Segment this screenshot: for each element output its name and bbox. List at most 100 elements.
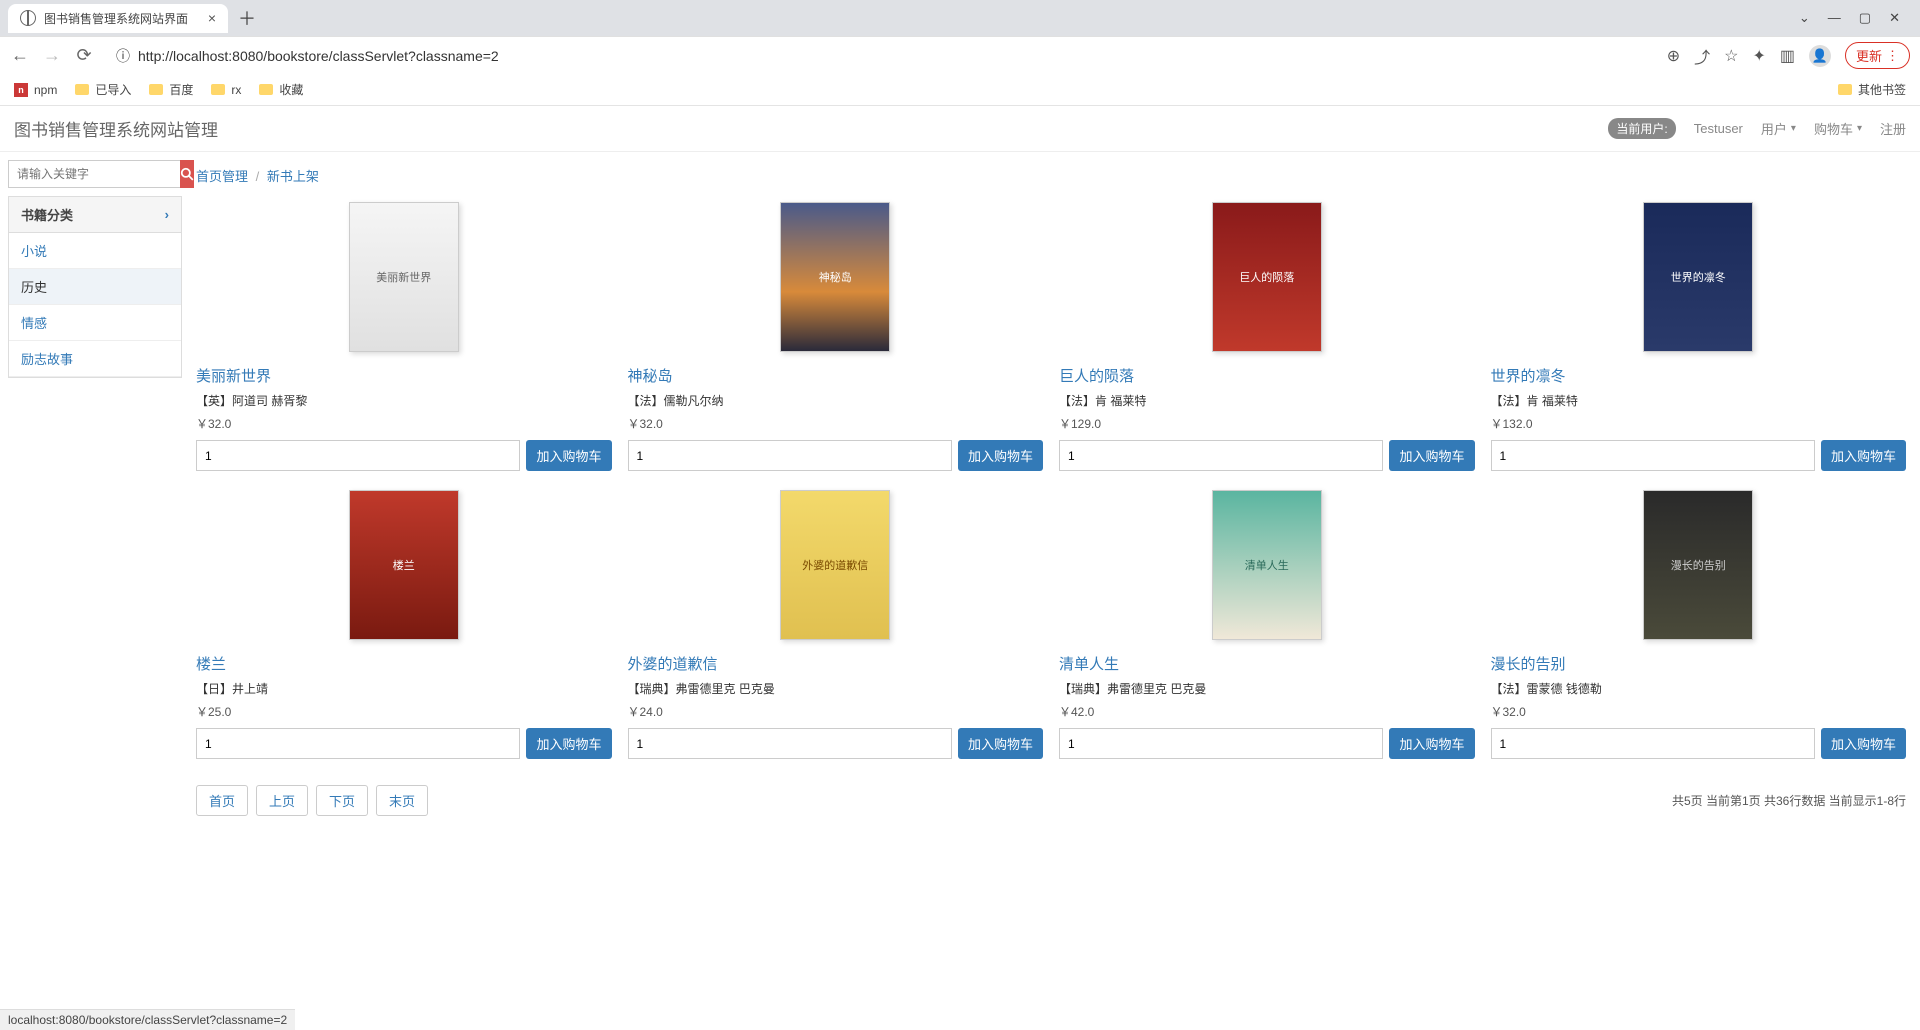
sidepanel-icon[interactable]: ▥: [1780, 46, 1795, 66]
chevron-right-icon: ›: [165, 207, 169, 222]
breadcrumb-home[interactable]: 首页管理: [196, 169, 248, 184]
nav-register[interactable]: 注册: [1880, 119, 1906, 138]
back-button[interactable]: ←: [10, 45, 30, 66]
book-author: 【法】雷蒙德 钱德勒: [1491, 680, 1907, 697]
pager-first[interactable]: 首页: [196, 785, 248, 816]
quantity-input[interactable]: [1491, 728, 1815, 759]
add-to-cart-button[interactable]: 加入购物车: [1389, 440, 1474, 471]
url-input[interactable]: ⓘ http://localhost:8080/bookstore/classS…: [106, 42, 1655, 70]
book-cover[interactable]: 外婆的道歉信: [780, 490, 890, 640]
npm-icon: n: [14, 83, 28, 97]
product-card: 清单人生清单人生【瑞典】弗雷德里克 巴克曼￥42.0加入购物车: [1051, 485, 1483, 773]
share-icon[interactable]: ⤴: [1694, 44, 1710, 68]
tab-close-icon[interactable]: ×: [208, 10, 216, 26]
book-cover[interactable]: 楼兰: [349, 490, 459, 640]
folder-icon: [149, 84, 163, 95]
add-to-cart-button[interactable]: 加入购物车: [1389, 728, 1474, 759]
bookmark-imported[interactable]: 已导入: [75, 81, 131, 98]
quantity-input[interactable]: [628, 440, 952, 471]
search-input[interactable]: [8, 160, 180, 188]
pager-next[interactable]: 下页: [316, 785, 368, 816]
update-button[interactable]: 更新⋮: [1845, 42, 1910, 69]
bookmark-npm[interactable]: nnpm: [14, 83, 57, 97]
book-cover[interactable]: 神秘岛: [780, 202, 890, 352]
pager-last[interactable]: 末页: [376, 785, 428, 816]
book-price: ￥132.0: [1491, 415, 1907, 432]
book-title[interactable]: 巨人的陨落: [1059, 365, 1475, 386]
bookmark-rx[interactable]: rx: [211, 83, 241, 97]
quantity-input[interactable]: [196, 728, 520, 759]
category-item[interactable]: 历史: [9, 269, 181, 305]
book-cover-wrap: 外婆的道歉信: [628, 485, 1044, 645]
quantity-input[interactable]: [1059, 728, 1383, 759]
breadcrumb: 首页管理 / 新书上架: [182, 162, 1920, 197]
book-title[interactable]: 外婆的道歉信: [628, 653, 1044, 674]
add-to-cart-button[interactable]: 加入购物车: [958, 440, 1043, 471]
book-cover-wrap: 巨人的陨落: [1059, 197, 1475, 357]
category-item[interactable]: 小说: [9, 233, 181, 269]
category-item[interactable]: 励志故事: [9, 341, 181, 377]
product-grid: 美丽新世界美丽新世界【英】阿道司 赫胥黎￥32.0加入购物车神秘岛神秘岛【法】儒…: [182, 197, 1920, 773]
browser-tab[interactable]: 图书销售管理系统网站界面 ×: [8, 4, 228, 33]
book-title[interactable]: 漫长的告别: [1491, 653, 1907, 674]
maximize-icon[interactable]: ▢: [1859, 10, 1871, 26]
category-item[interactable]: 情感: [9, 305, 181, 341]
folder-icon: [259, 84, 273, 95]
book-price: ￥32.0: [1491, 703, 1907, 720]
pager-prev[interactable]: 上页: [256, 785, 308, 816]
nav-cart[interactable]: 购物车▾: [1814, 119, 1862, 138]
book-title[interactable]: 世界的凛冬: [1491, 365, 1907, 386]
book-price: ￥42.0: [1059, 703, 1475, 720]
extension-icon[interactable]: ✦: [1752, 46, 1765, 66]
breadcrumb-current[interactable]: 新书上架: [267, 169, 319, 184]
book-author: 【法】儒勒凡尔纳: [628, 392, 1044, 409]
bookmarks-bar: nnpm 已导入 百度 rx 收藏 其他书签: [0, 74, 1920, 106]
add-to-cart-button[interactable]: 加入购物车: [958, 728, 1043, 759]
quantity-input[interactable]: [196, 440, 520, 471]
quantity-input[interactable]: [1059, 440, 1383, 471]
book-cover[interactable]: 巨人的陨落: [1212, 202, 1322, 352]
pagination-row: 首页 上页 下页 末页 共5页 当前第1页 共36行数据 当前显示1-8行: [182, 773, 1920, 820]
profile-avatar[interactable]: 👤: [1809, 45, 1831, 67]
other-bookmarks[interactable]: 其他书签: [1838, 81, 1906, 98]
quantity-input[interactable]: [1491, 440, 1815, 471]
book-title[interactable]: 美丽新世界: [196, 365, 612, 386]
tab-title: 图书销售管理系统网站界面: [44, 10, 188, 27]
forward-button[interactable]: →: [42, 45, 62, 66]
caret-down-icon: ▾: [1857, 123, 1862, 134]
bookmark-favs[interactable]: 收藏: [259, 81, 303, 98]
add-to-cart-button[interactable]: 加入购物车: [1821, 440, 1906, 471]
reload-button[interactable]: ⟳: [74, 45, 94, 66]
nav-user[interactable]: 用户▾: [1761, 119, 1796, 138]
browser-chrome: 图书销售管理系统网站界面 × ＋ ⌄ — ▢ ✕ ← → ⟳ ⓘ http://…: [0, 0, 1920, 106]
minimize-icon[interactable]: —: [1828, 10, 1841, 26]
category-header[interactable]: 书籍分类 ›: [9, 197, 181, 233]
book-title[interactable]: 清单人生: [1059, 653, 1475, 674]
info-icon[interactable]: ⓘ: [116, 46, 130, 66]
add-to-cart-button[interactable]: 加入购物车: [526, 440, 611, 471]
book-title[interactable]: 神秘岛: [628, 365, 1044, 386]
zoom-icon[interactable]: ⊕: [1667, 46, 1680, 66]
pager: 首页 上页 下页 末页: [196, 785, 428, 816]
book-cover-wrap: 漫长的告别: [1491, 485, 1907, 645]
chevron-down-icon[interactable]: ⌄: [1799, 10, 1810, 26]
product-card: 世界的凛冬世界的凛冬【法】肯 福莱特￥132.0加入购物车: [1483, 197, 1915, 485]
add-to-cart-button[interactable]: 加入购物车: [526, 728, 611, 759]
product-card: 巨人的陨落巨人的陨落【法】肯 福莱特￥129.0加入购物车: [1051, 197, 1483, 485]
book-cover-wrap: 楼兰: [196, 485, 612, 645]
quantity-input[interactable]: [628, 728, 952, 759]
close-icon[interactable]: ✕: [1889, 10, 1900, 26]
book-cover[interactable]: 清单人生: [1212, 490, 1322, 640]
bookmark-baidu[interactable]: 百度: [149, 81, 193, 98]
new-tab-button[interactable]: ＋: [238, 5, 256, 31]
book-cover[interactable]: 世界的凛冬: [1643, 202, 1753, 352]
folder-icon: [211, 84, 225, 95]
book-cover[interactable]: 美丽新世界: [349, 202, 459, 352]
star-icon[interactable]: ☆: [1724, 46, 1738, 66]
add-to-cart-button[interactable]: 加入购物车: [1821, 728, 1906, 759]
book-price: ￥32.0: [628, 415, 1044, 432]
caret-down-icon: ▾: [1791, 123, 1796, 134]
book-price: ￥25.0: [196, 703, 612, 720]
book-cover[interactable]: 漫长的告别: [1643, 490, 1753, 640]
book-title[interactable]: 楼兰: [196, 653, 612, 674]
